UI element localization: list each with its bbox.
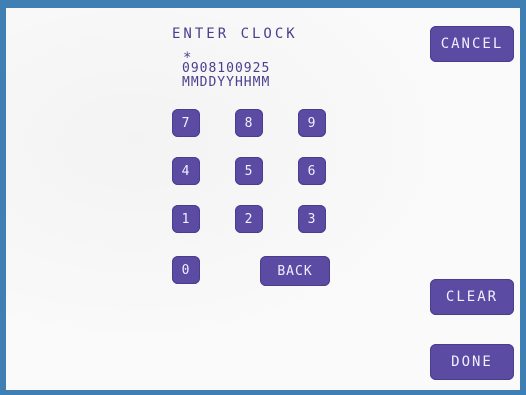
- done-button[interactable]: DONE: [430, 344, 514, 380]
- clock-entry-screen: ENTER CLOCK * 0908100925 MMDDYYHHMM 7 8 …: [6, 8, 520, 390]
- key-7-button[interactable]: 7: [172, 109, 200, 137]
- key-4-button[interactable]: 4: [172, 157, 200, 185]
- cancel-button[interactable]: CANCEL: [430, 26, 514, 62]
- back-button[interactable]: BACK: [260, 256, 330, 286]
- key-8-button[interactable]: 8: [235, 109, 263, 137]
- key-1-button[interactable]: 1: [172, 205, 200, 233]
- clock-format-hint: MMDDYYHHMM: [182, 75, 271, 90]
- clock-entry-value: 0908100925: [182, 61, 271, 76]
- key-6-button[interactable]: 6: [298, 157, 326, 185]
- key-3-button[interactable]: 3: [298, 205, 326, 233]
- key-9-button[interactable]: 9: [298, 109, 326, 137]
- key-5-button[interactable]: 5: [235, 157, 263, 185]
- key-2-button[interactable]: 2: [235, 205, 263, 233]
- page-title: ENTER CLOCK: [172, 26, 298, 42]
- clear-button[interactable]: CLEAR: [430, 279, 514, 315]
- key-0-button[interactable]: 0: [172, 256, 200, 284]
